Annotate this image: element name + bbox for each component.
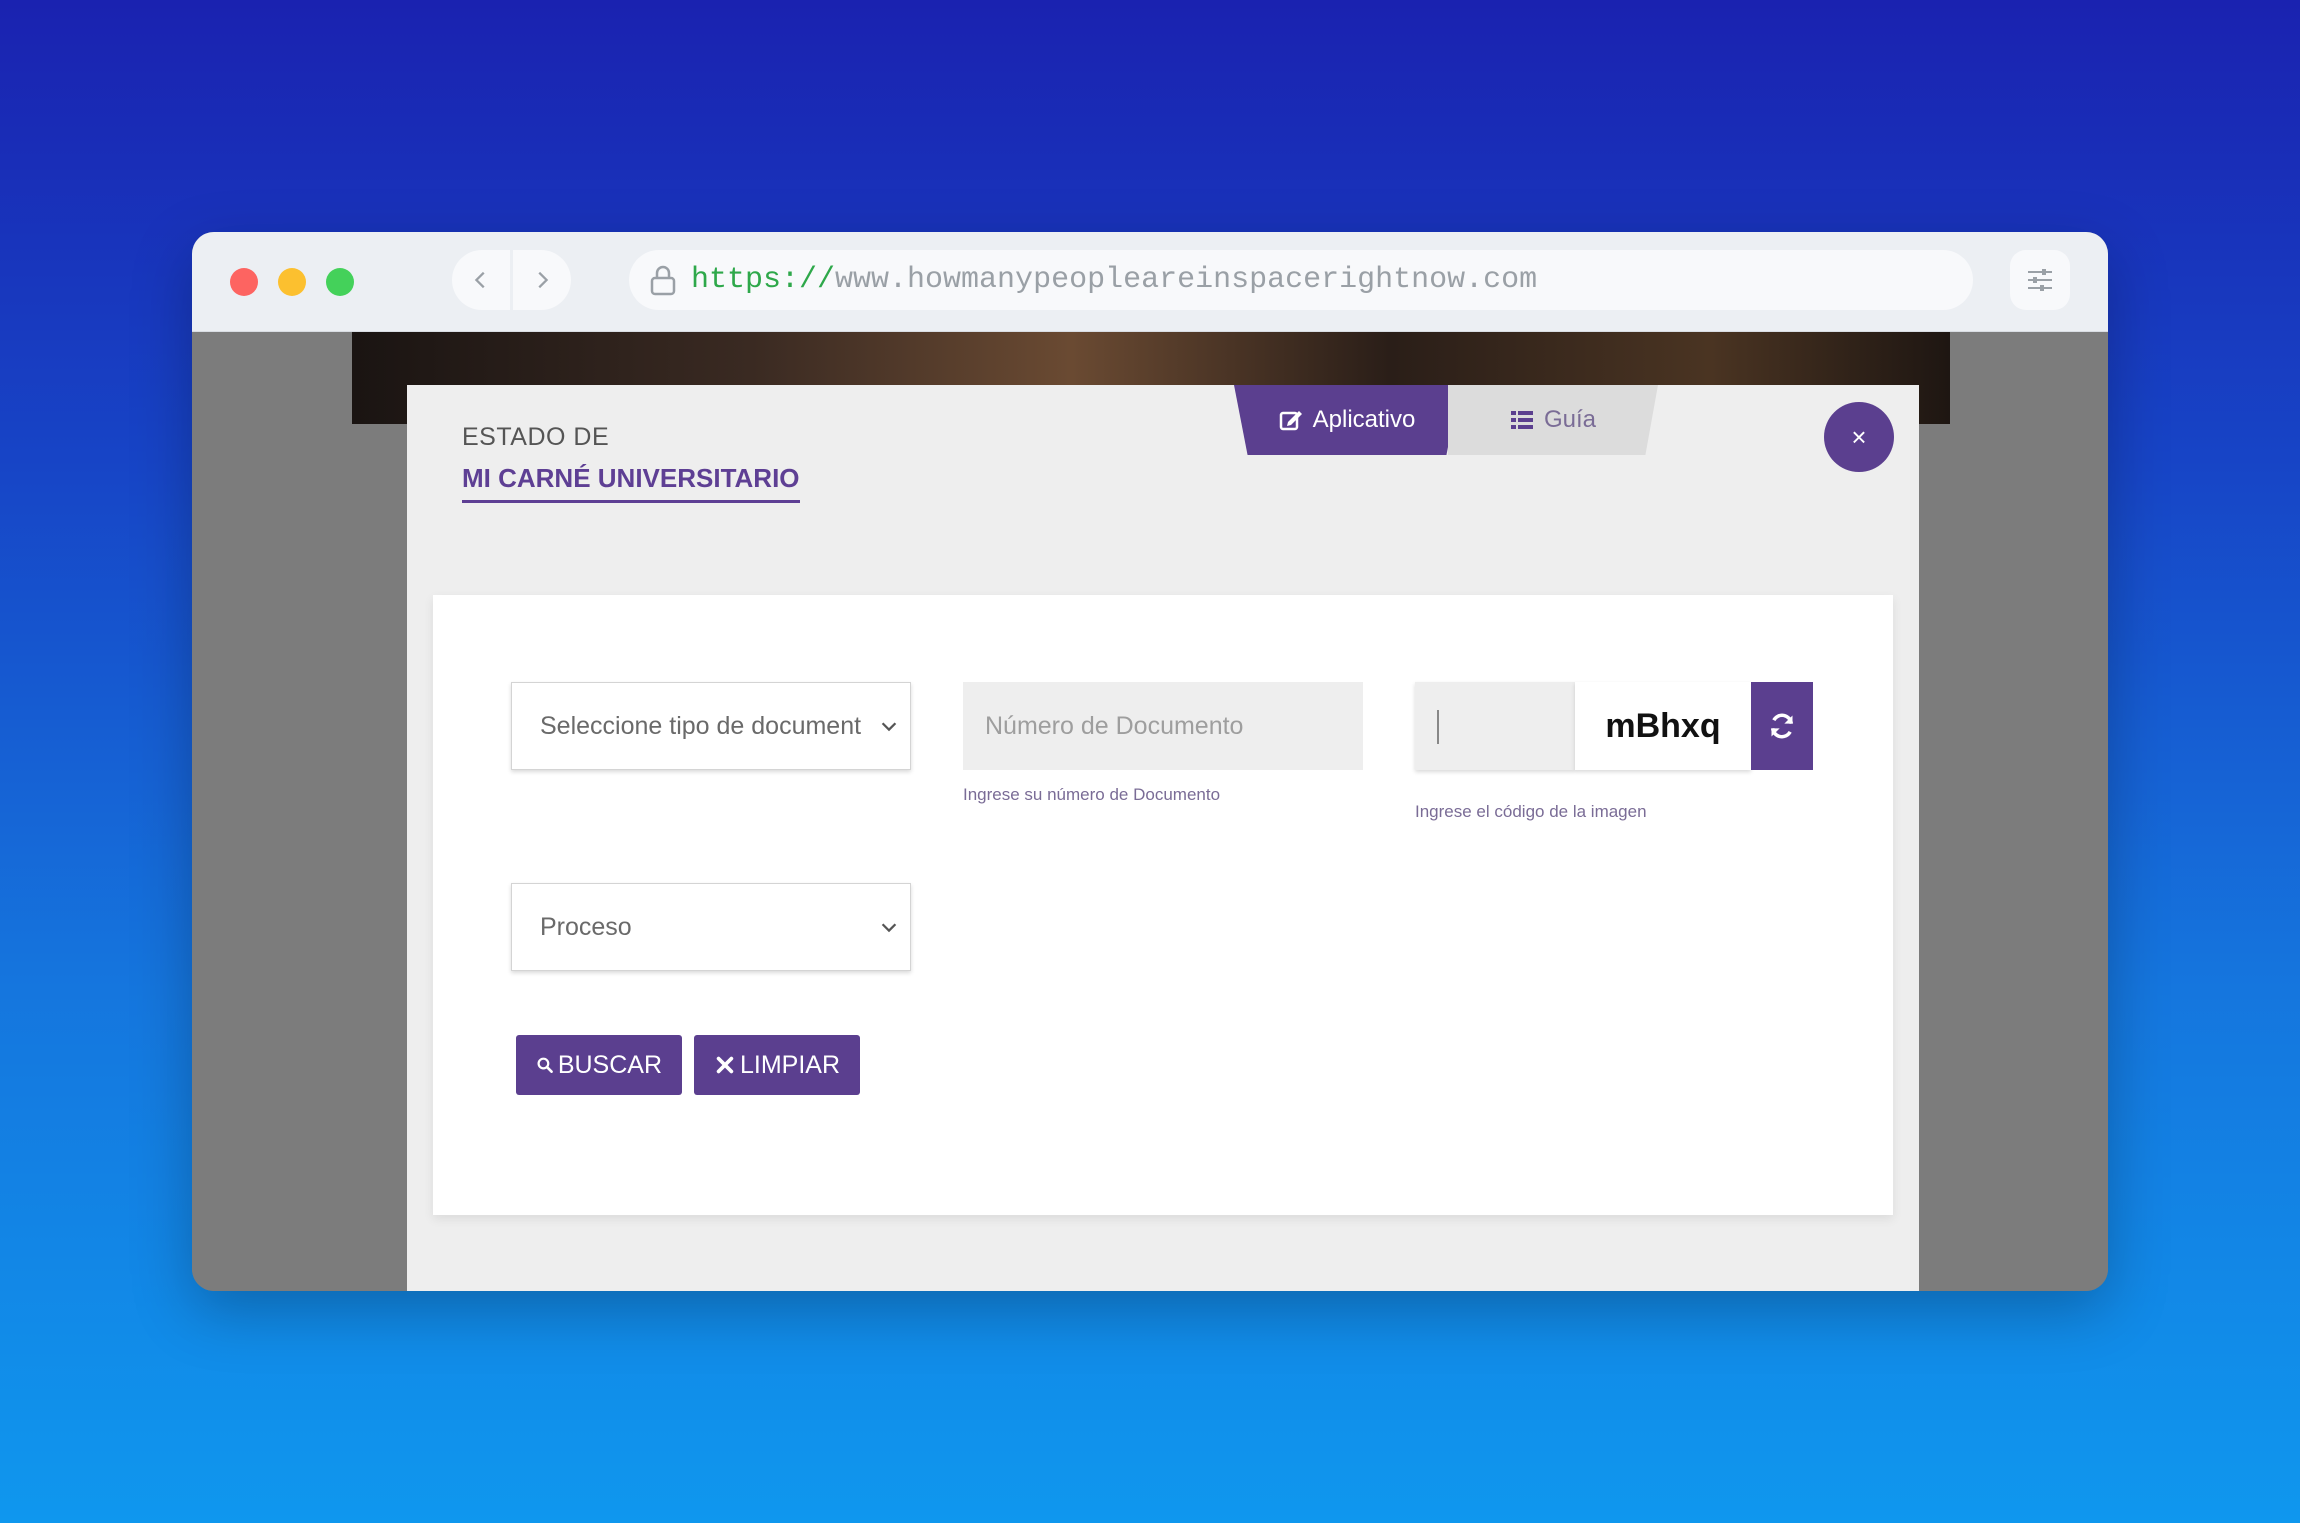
settings-button[interactable] — [2010, 250, 2070, 310]
captcha-image: mBhxq — [1575, 682, 1751, 770]
chevron-right-icon — [538, 271, 549, 289]
captcha-text: mBhxq — [1605, 706, 1721, 745]
url-host: www.howmanypeopleareinspacerightnow.com — [835, 263, 1538, 297]
close-window-button[interactable] — [230, 268, 258, 296]
chevron-down-icon — [881, 923, 897, 933]
doc-number-input[interactable]: Número de Documento — [963, 682, 1363, 770]
forward-button[interactable] — [513, 250, 571, 310]
modal-dialog: ESTADO DE MI CARNÉ UNIVERSITARIO Aplicat… — [407, 385, 1919, 1291]
back-button[interactable] — [452, 250, 510, 310]
modal-title: MI CARNÉ UNIVERSITARIO — [462, 463, 800, 503]
browser-window: https://www.howmanypeopleareinspaceright… — [192, 232, 2108, 1291]
search-icon — [537, 1057, 553, 1073]
captcha-help: Ingrese el código de la imagen — [1415, 802, 1647, 821]
close-icon: × — [1851, 421, 1867, 452]
address-bar[interactable]: https://www.howmanypeopleareinspaceright… — [629, 250, 1973, 310]
doc-type-select-value: Seleccione tipo de document — [540, 711, 862, 740]
browser-toolbar: https://www.howmanypeopleareinspaceright… — [192, 232, 2108, 332]
doc-number-placeholder: Número de Documento — [985, 711, 1244, 740]
doc-number-help: Ingrese su número de Documento — [963, 785, 1221, 804]
tab-aplicativo-label: Aplicativo — [1312, 406, 1416, 433]
page-content: ESTADO DE MI CARNÉ UNIVERSITARIO Aplicat… — [192, 332, 2108, 1291]
sliders-icon — [2028, 269, 2052, 291]
tab-guia[interactable]: Guía — [1448, 385, 1658, 455]
text-cursor — [1437, 710, 1439, 744]
lock-icon — [650, 265, 676, 296]
maximize-window-button[interactable] — [326, 268, 354, 296]
doc-type-select[interactable]: Seleccione tipo de document — [511, 682, 911, 770]
tab-guia-label: Guía — [1543, 406, 1597, 433]
process-select-value: Proceso — [540, 912, 632, 941]
chevron-down-icon — [881, 722, 897, 732]
tab-aplicativo[interactable]: Aplicativo — [1234, 385, 1460, 455]
captcha-input[interactable] — [1415, 682, 1575, 770]
search-button[interactable]: BUSCAR — [516, 1035, 682, 1095]
minimize-window-button[interactable] — [278, 268, 306, 296]
refresh-icon — [1770, 713, 1794, 739]
clear-button[interactable]: LIMPIAR — [694, 1035, 860, 1095]
search-button-label: BUSCAR — [557, 1050, 662, 1079]
clear-button-label: LIMPIAR — [739, 1050, 840, 1079]
modal-close-button[interactable]: × — [1824, 402, 1894, 472]
process-select[interactable]: Proceso — [511, 883, 911, 971]
captcha-refresh-button[interactable] — [1751, 682, 1813, 770]
edit-icon — [1279, 411, 1302, 431]
close-icon — [716, 1056, 734, 1074]
url-scheme: https:// — [691, 263, 836, 297]
modal-subtitle: ESTADO DE — [462, 423, 610, 451]
chevron-left-icon — [474, 271, 485, 289]
list-icon — [1510, 411, 1533, 429]
search-form-card: Seleccione tipo de document Número de Do… — [433, 595, 1893, 1215]
